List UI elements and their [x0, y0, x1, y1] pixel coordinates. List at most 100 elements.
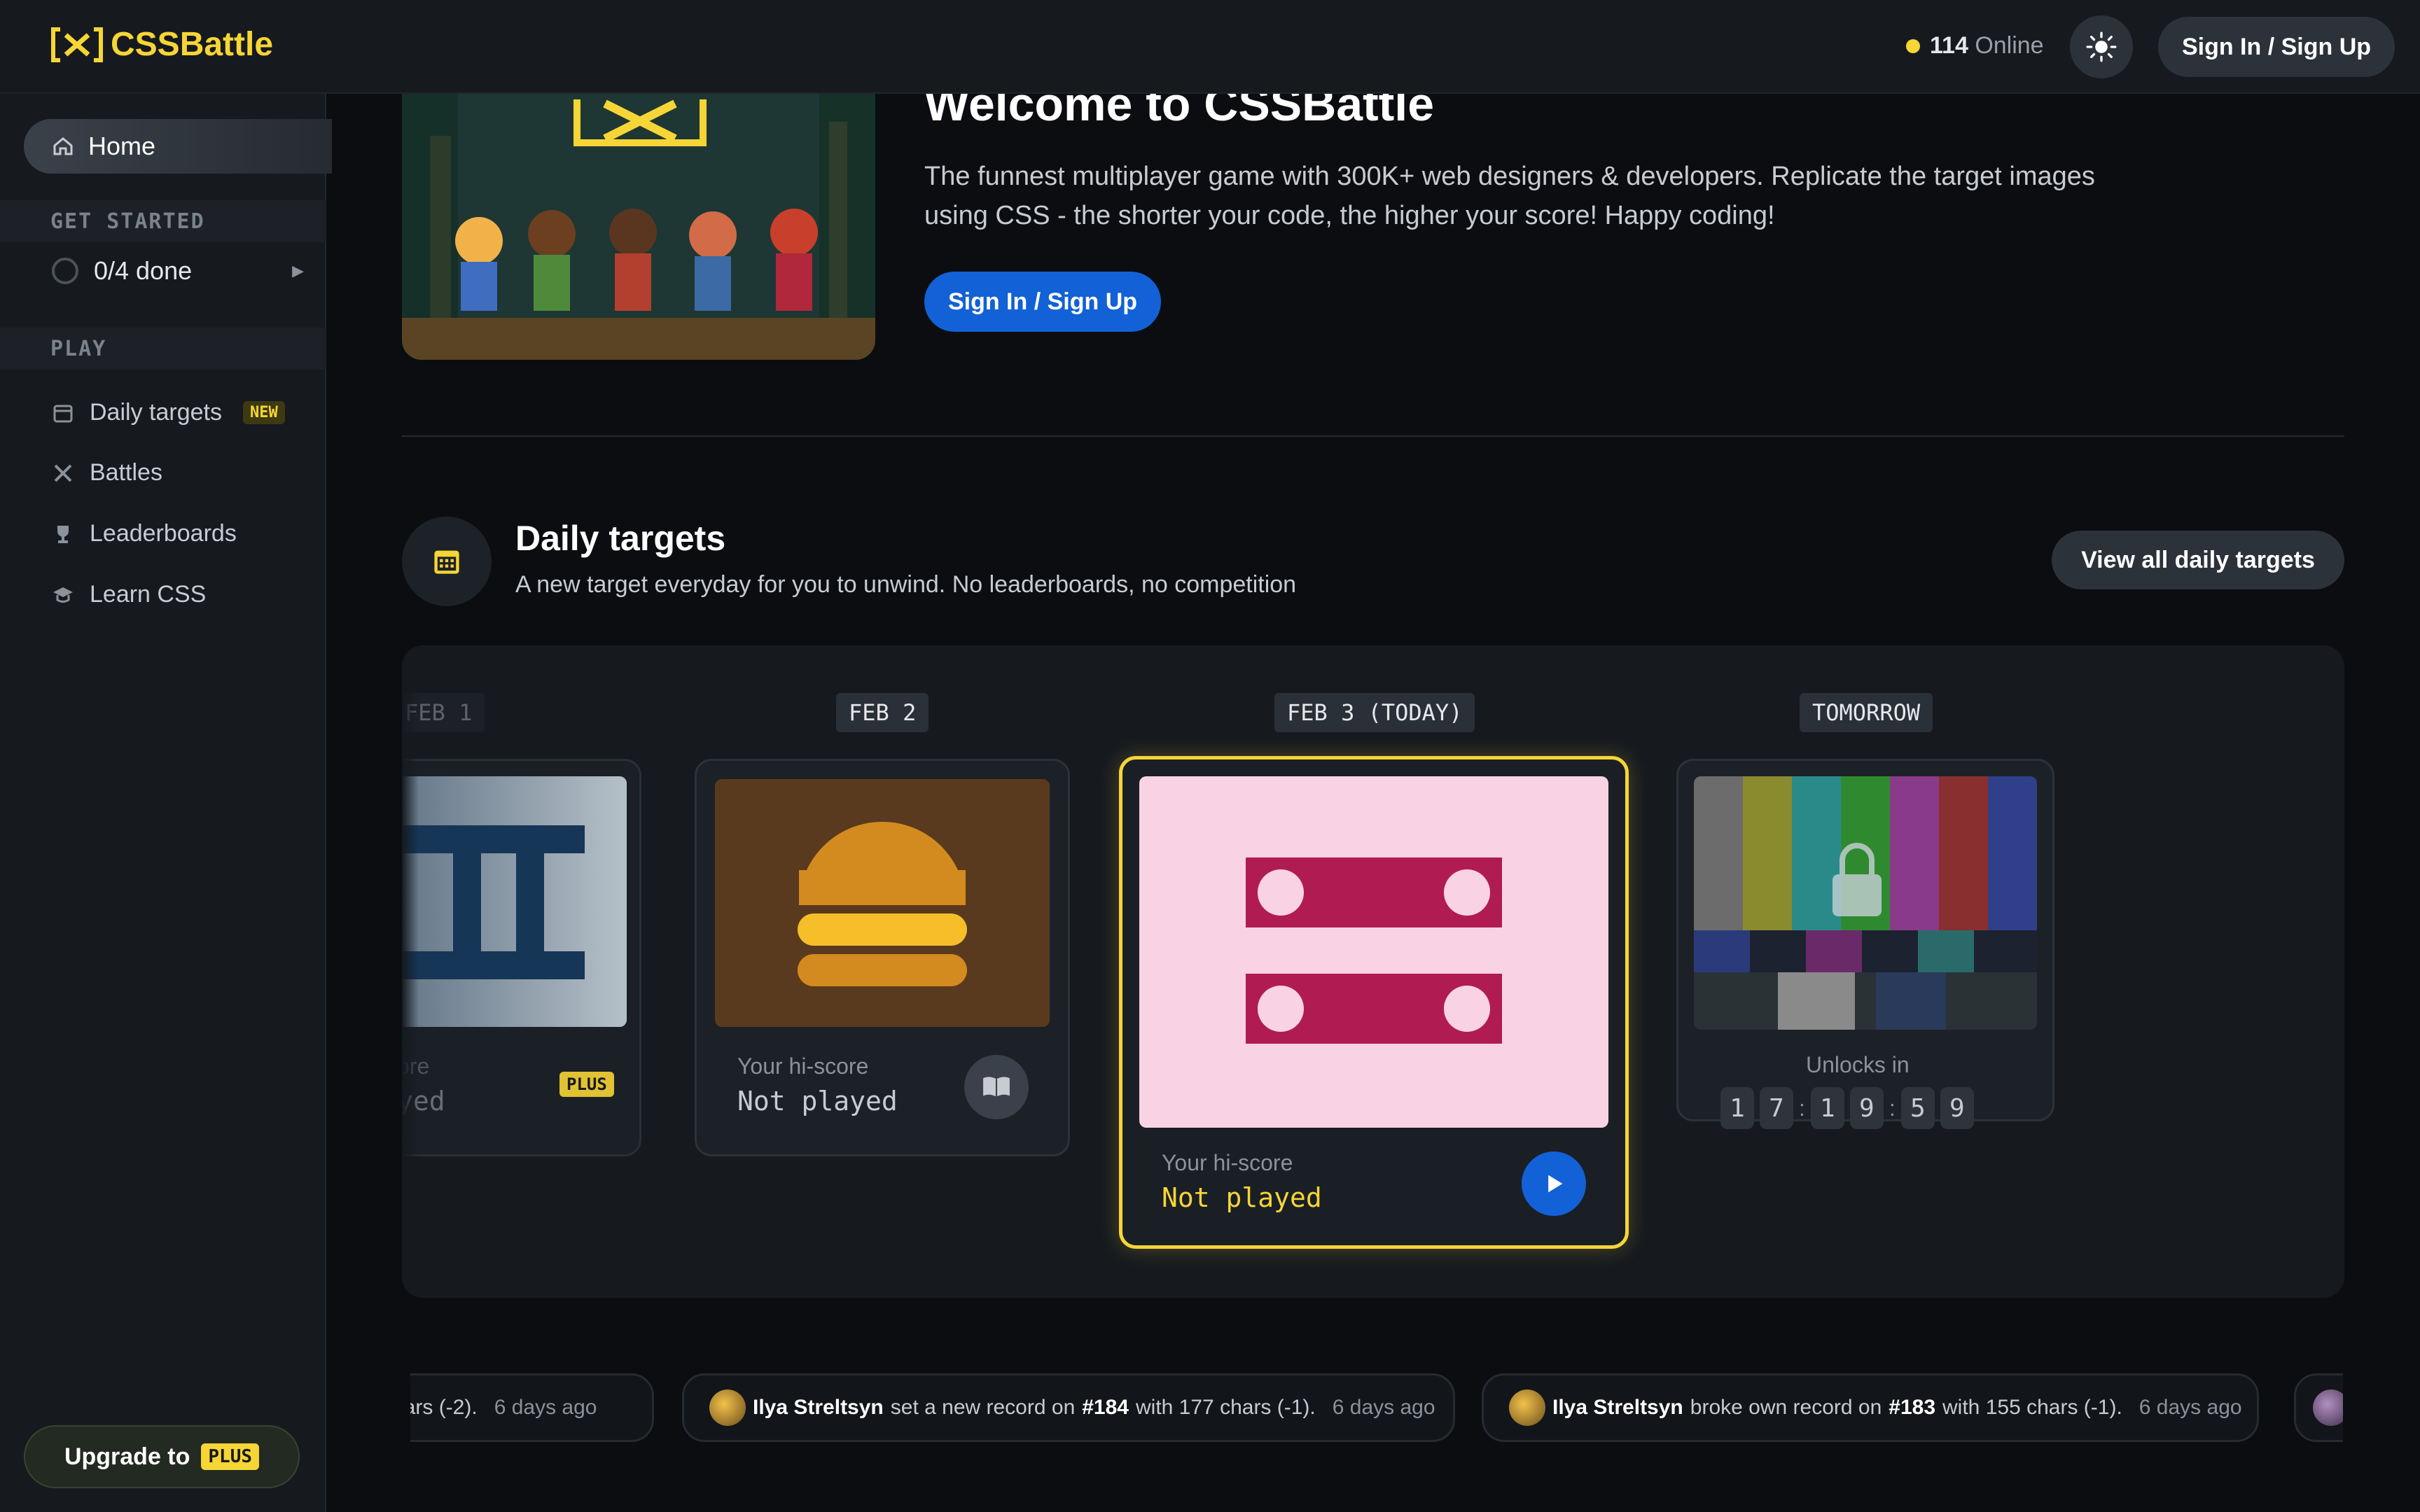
target-preview-feb-1	[402, 776, 627, 1027]
progress-label: 0/4 done	[94, 256, 193, 285]
daily-card-today[interactable]: Your hi-score Not played	[1119, 756, 1629, 1249]
sidebar-item-label: Leaderboards	[90, 520, 237, 547]
feed-action: set a new record on	[890, 1396, 1076, 1419]
daily-targets-badge	[402, 517, 492, 606]
feed-item[interactable]: Ilya Streltsyn set a new record on #184 …	[682, 1373, 1455, 1442]
target-preview-feb-2	[715, 779, 1050, 1027]
top-header: CSSBattle 114 Online Sign In / Sign Up	[0, 0, 2420, 94]
header-signin-button[interactable]: Sign In / Sign Up	[2158, 17, 2395, 77]
online-label: Online	[1975, 32, 2044, 59]
pixel-heroes-illustration	[402, 94, 875, 360]
upgrade-plus-button[interactable]: Upgrade to PLUS	[24, 1425, 300, 1488]
feed-detail: with 155 chars (-1).	[1942, 1396, 2122, 1419]
swords-icon	[54, 464, 72, 482]
feed-target[interactable]: #183	[1889, 1396, 1935, 1420]
feed-item[interactable]: Ilya Streltsyn broke own record on #183 …	[1482, 1373, 2259, 1442]
daily-card-feb-1[interactable]: ore yed PLUS	[402, 759, 641, 1156]
sun-icon	[2086, 31, 2117, 62]
feed-time: 6 days ago	[1332, 1396, 1435, 1419]
timer-digit: 7	[1760, 1087, 1793, 1129]
feed-target[interactable]: #184	[1082, 1396, 1129, 1420]
sidebar-item-learn-css[interactable]: Learn CSS	[52, 581, 206, 608]
sidebar-item-label: Daily targets	[90, 399, 222, 426]
timer-digit: 9	[1849, 1087, 1884, 1129]
feed-detail: with 177 chars (-1).	[1136, 1396, 1316, 1419]
timer-digit: 5	[1900, 1087, 1935, 1129]
static-noise-preview	[1694, 776, 2037, 1030]
feed-item[interactable]: chars (-2). 6 days ago	[410, 1373, 654, 1442]
online-indicator: 114 Online	[1906, 32, 2044, 59]
home-icon	[53, 137, 73, 155]
timer-separator: :	[1889, 1095, 1896, 1121]
feed-time: 6 days ago	[494, 1396, 597, 1419]
date-tag-feb-2: FEB 2	[836, 693, 929, 732]
upgrade-label: Upgrade to	[64, 1443, 190, 1470]
carousel-fade	[402, 645, 419, 1298]
avatar	[2313, 1390, 2343, 1426]
timer-digit: 1	[1810, 1087, 1844, 1129]
date-tag-today: FEB 3 (TODAY)	[1274, 693, 1475, 732]
hero-signin-button[interactable]: Sign In / Sign Up	[924, 272, 1161, 332]
view-all-daily-targets-button[interactable]: View all daily targets	[2052, 531, 2344, 589]
new-badge: NEW	[242, 401, 285, 424]
hero-illustration	[402, 94, 875, 360]
date-tag-tomorrow: TOMORROW	[1800, 693, 1933, 732]
feed-user[interactable]: Ilya Streltsyn	[1552, 1396, 1683, 1420]
onboarding-progress[interactable]: 0/4 done ▶	[52, 256, 304, 286]
view-solution-button[interactable]	[964, 1055, 1029, 1119]
activity-feed: chars (-2). 6 days ago Ilya Streltsyn se…	[410, 1373, 2343, 1442]
progress-ring-icon	[52, 258, 78, 284]
section-divider	[402, 435, 2344, 437]
daily-card-tomorrow: Unlocks in 1 7 : 1 9 : 5 9	[1676, 759, 2054, 1129]
feed-action: broke own record on	[1690, 1396, 1882, 1419]
sidebar-item-label: Learn CSS	[90, 581, 207, 608]
timer-digit: 1	[1720, 1087, 1754, 1129]
plus-badge: PLUS	[559, 1072, 614, 1097]
logo-text: CSSBattle	[111, 26, 274, 63]
sidebar: Home GET STARTED 0/4 done ▶ PLAY Daily t…	[0, 94, 332, 1512]
calendar-icon	[53, 405, 73, 422]
feed-item[interactable]	[2294, 1373, 2343, 1442]
unlock-countdown: 1 7 : 1 9 : 5 9	[1720, 1087, 1974, 1129]
play-heading: PLAY	[0, 328, 326, 370]
feed-text: chars (-2).	[410, 1396, 478, 1419]
sidebar-item-leaderboards[interactable]: Leaderboards	[52, 520, 237, 547]
sidebar-item-label: Battles	[90, 459, 162, 486]
daily-card-feb-2[interactable]: Your hi-score Not played	[695, 759, 1070, 1156]
daily-targets-subtitle: A new target everyday for you to unwind.…	[515, 571, 1297, 598]
avatar	[709, 1390, 746, 1426]
hiscore-value: Not played	[737, 1086, 898, 1116]
calendar-icon	[434, 550, 459, 574]
theme-toggle-button[interactable]	[2070, 15, 2133, 78]
play-icon	[1548, 1175, 1563, 1193]
unlocks-in-label: Unlocks in	[1806, 1052, 1910, 1077]
online-dot-icon	[1906, 38, 1920, 53]
book-icon	[983, 1077, 1010, 1097]
timer-digit: 9	[1940, 1087, 1974, 1129]
hiscore-label: Your hi-score	[737, 1054, 869, 1079]
hiscore-value: Not played	[1162, 1182, 1322, 1213]
today-target-shape	[1246, 858, 1502, 1044]
target-shape-feb-1	[402, 825, 585, 979]
sidebar-home-label: Home	[88, 132, 156, 160]
graduation-cap-icon	[53, 587, 73, 603]
target-preview-today	[1139, 776, 1608, 1128]
feed-user[interactable]: Ilya Streltsyn	[753, 1396, 884, 1420]
trophy-icon	[57, 525, 69, 543]
sidebar-item-daily-targets[interactable]: Daily targets NEW	[52, 399, 285, 426]
play-today-button[interactable]	[1522, 1152, 1586, 1216]
timer-separator: :	[1799, 1095, 1805, 1121]
burger-target-shape	[798, 822, 967, 986]
online-count: 114	[1930, 32, 1968, 59]
hero-description: The funnest multiplayer game with 300K+ …	[924, 162, 2095, 230]
plus-badge: PLUS	[201, 1443, 260, 1470]
daily-targets-carousel: FEB 1 ore yed PLUS FEB 2 Your hi-scor	[402, 645, 2344, 1298]
sidebar-item-home[interactable]: Home	[24, 119, 332, 174]
locked-preview	[1694, 776, 2037, 1030]
hiscore-label: Your hi-score	[1162, 1150, 1293, 1175]
daily-targets-title: Daily targets	[515, 519, 726, 558]
cssbattle-logo[interactable]: CSSBattle	[50, 25, 273, 64]
get-started-heading: GET STARTED	[0, 200, 326, 242]
avatar	[1509, 1390, 1545, 1426]
sidebar-item-battles[interactable]: Battles	[52, 459, 162, 486]
